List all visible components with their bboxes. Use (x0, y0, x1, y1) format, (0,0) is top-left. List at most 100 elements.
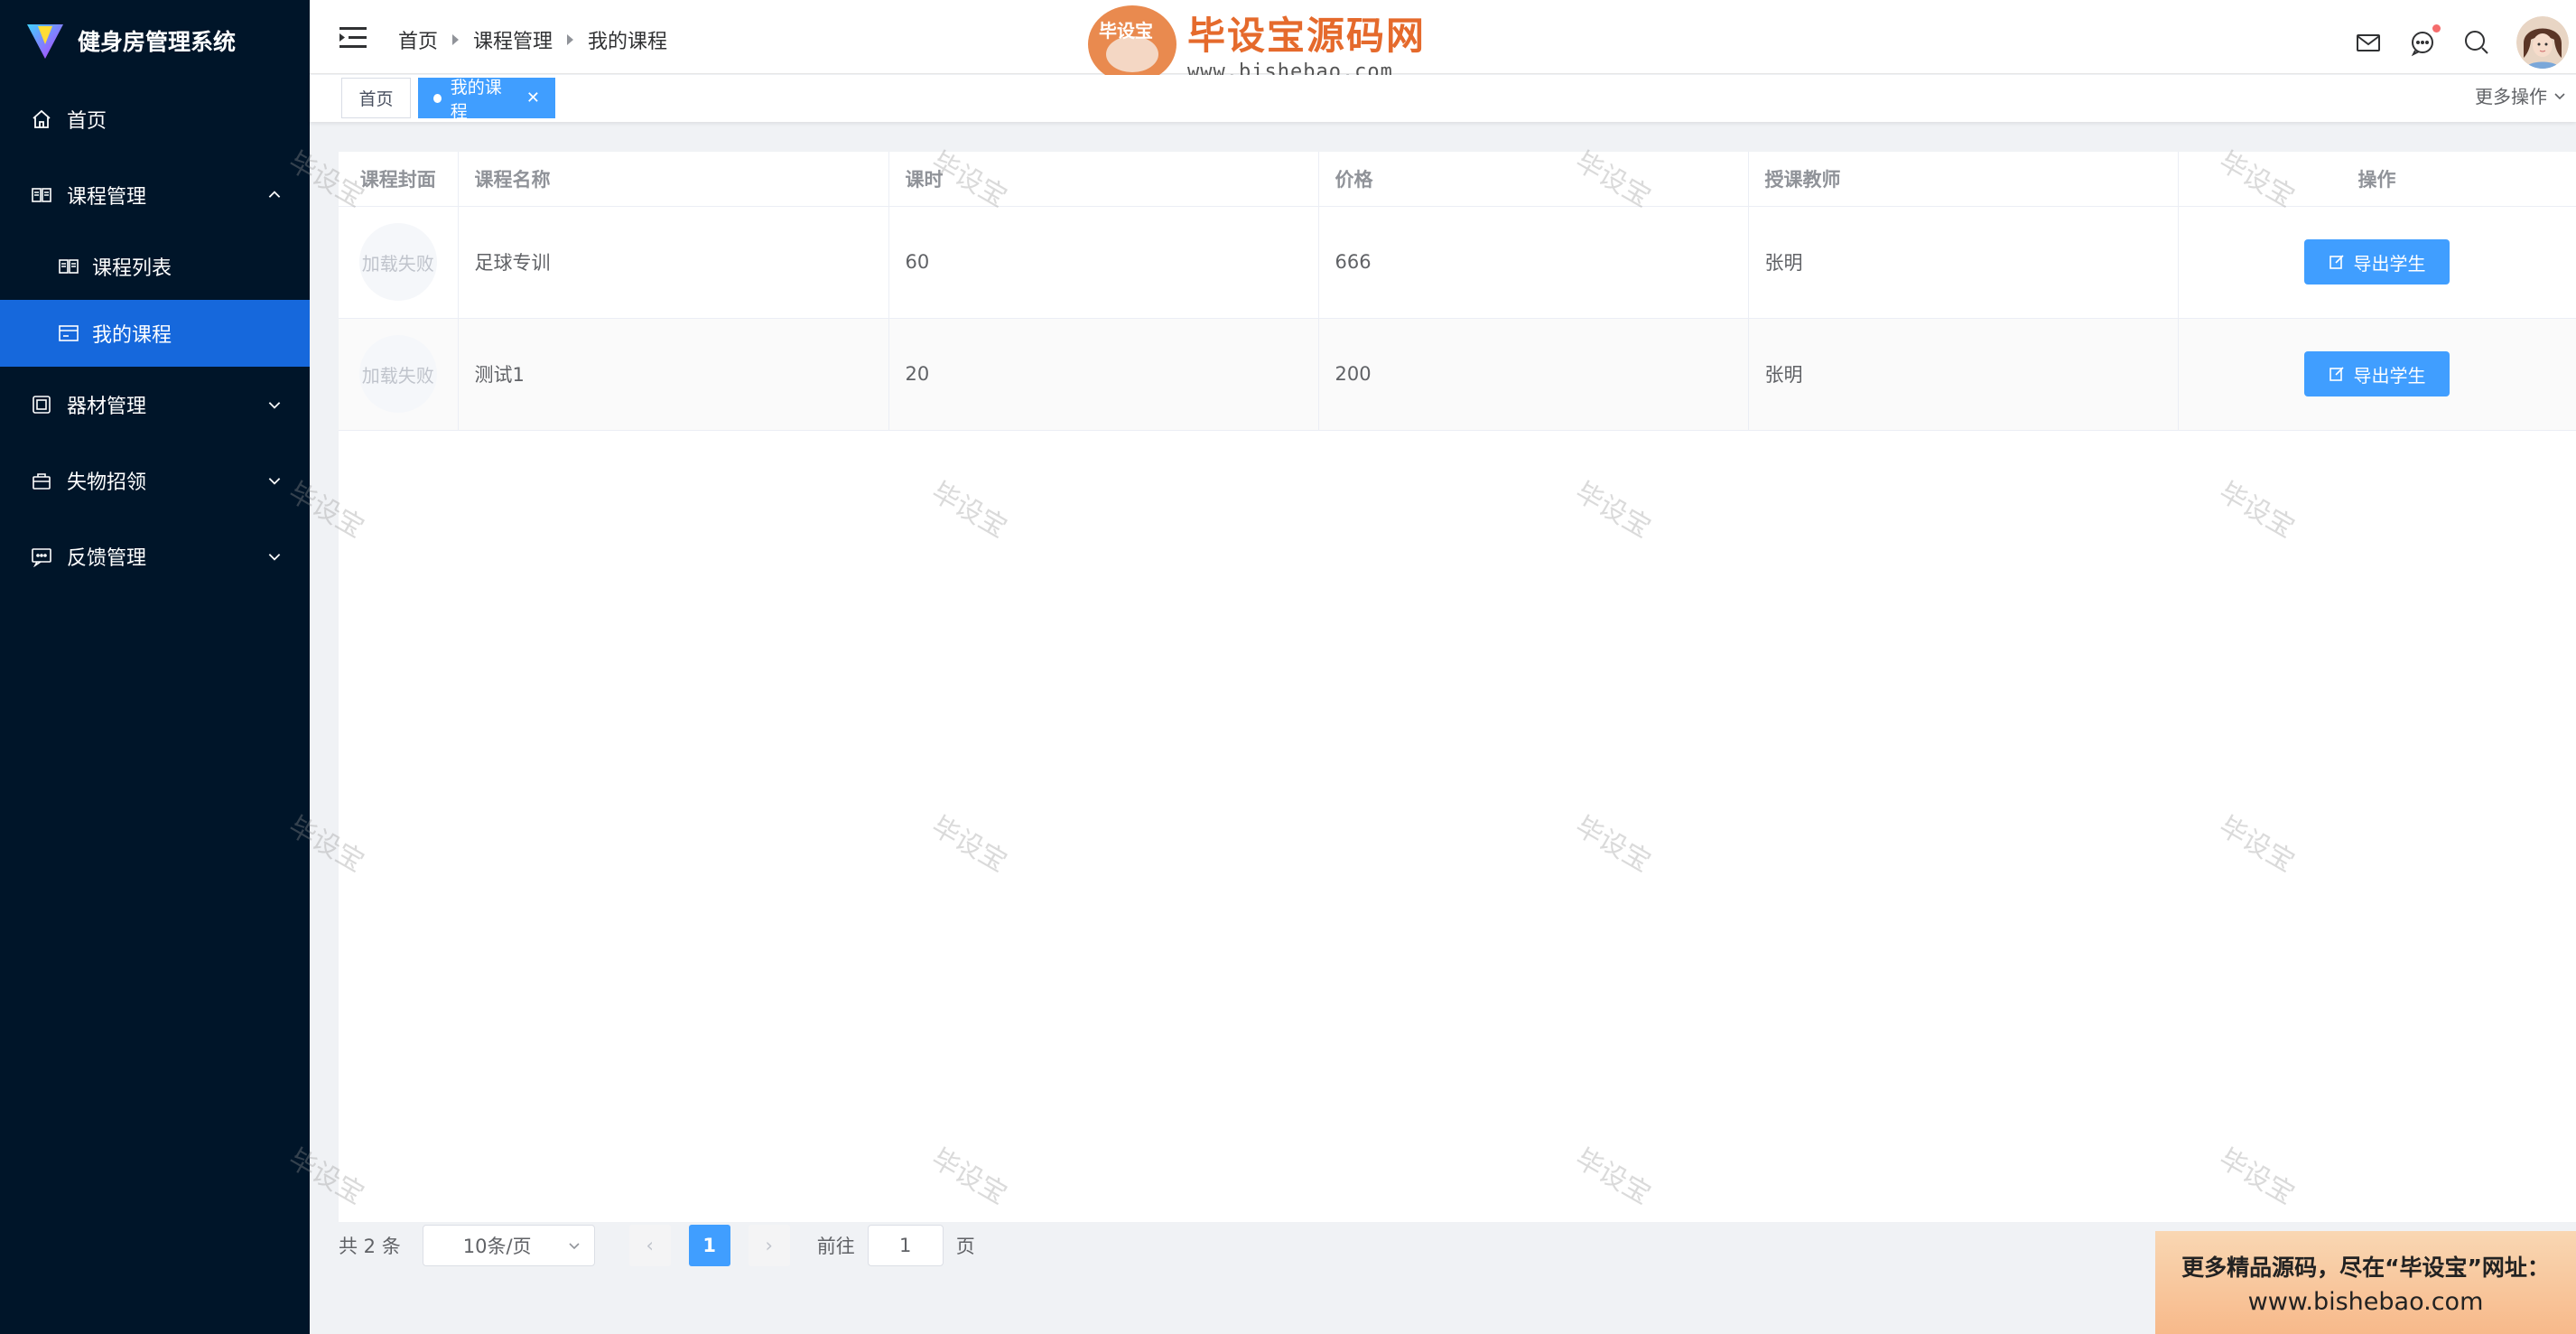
more-operations-dropdown[interactable]: 更多操作 (2475, 82, 2567, 108)
button-label: 导出学生 (2353, 364, 2426, 387)
notification-dot (2432, 24, 2441, 33)
book-icon (29, 182, 54, 208)
export-students-button[interactable]: 导出学生 (2304, 239, 2450, 285)
chevron-down-icon (2554, 92, 2565, 99)
breadcrumb-item-course-management[interactable]: 课程管理 (473, 25, 553, 54)
cover-image-placeholder: 加载失败 (358, 223, 437, 301)
sidebar-item-lost-found[interactable]: 失物招领 (0, 443, 310, 518)
mail-icon[interactable] (2354, 28, 2383, 57)
price-cell: 200 (1318, 318, 1749, 431)
cover-image-placeholder: 加载失败 (358, 335, 437, 413)
sidebar-item-course-management[interactable]: 课程管理 (0, 157, 310, 233)
next-page-button[interactable]: › (748, 1225, 790, 1266)
search-icon[interactable] (2462, 28, 2491, 57)
sidebar-item-home[interactable]: 首页 (0, 81, 310, 157)
column-header: 价格 (1318, 152, 1749, 207)
edit-icon (2329, 255, 2344, 269)
course-table: 课程封面 课程名称 课时 价格 授课教师 操作 加载失败 足球专训 60 666… (339, 152, 2576, 431)
sidebar-item-label: 课程列表 (92, 257, 172, 280)
table-row: 加载失败 测试1 20 200 张明 导出学生 (339, 318, 2576, 431)
chevron-down-icon (268, 554, 281, 561)
page-number-button[interactable]: 1 (688, 1225, 730, 1266)
teacher-cell: 张明 (1748, 206, 2179, 319)
page-size-value: 10条/页 (462, 1236, 532, 1257)
button-label: 导出学生 (2353, 252, 2426, 275)
column-header: 课程名称 (458, 152, 889, 207)
header-actions (2354, 16, 2576, 69)
tag-label: 我的课程 (450, 77, 502, 122)
goto-label: 前往 (816, 1236, 855, 1257)
chevron-down-icon (268, 478, 281, 485)
teacher-cell: 张明 (1748, 318, 2179, 431)
book-icon (56, 254, 81, 279)
cover-cell: 加载失败 (339, 206, 459, 319)
site-logo-watermark: 毕设宝 毕设宝源码网 www.bishebao.com (1088, 5, 1426, 83)
page-suffix: 页 (955, 1236, 975, 1257)
page-size-select[interactable]: 10条/页 (422, 1225, 595, 1266)
sidebar-item-label: 器材管理 (67, 396, 147, 418)
sidebar-item-label: 课程管理 (67, 186, 147, 209)
column-header: 课程封面 (339, 152, 459, 207)
table-header-row: 课程封面 课程名称 课时 价格 授课教师 操作 (339, 152, 2576, 207)
total-count: 共 2 条 (339, 1236, 401, 1257)
sidebar-item-equipment[interactable]: 器材管理 (0, 367, 310, 443)
tags-view: 首页 我的课程 ✕ 更多操作 (310, 75, 2576, 122)
action-cell: 导出学生 (2178, 206, 2576, 319)
breadcrumb: 首页 课程管理 我的课程 (398, 25, 667, 54)
chat-icon (29, 544, 54, 569)
tag-home[interactable]: 首页 (341, 78, 411, 118)
home-icon (29, 107, 54, 132)
course-name-cell: 测试1 (458, 318, 889, 431)
more-operations-label: 更多操作 (2475, 86, 2547, 107)
promo-line-2: www.bishebao.com (2247, 1287, 2484, 1316)
bag-icon (29, 468, 54, 493)
sidebar-item-label: 首页 (67, 110, 107, 133)
pagination: 共 2 条 10条/页 ‹ 1 › 前往 1 页 (339, 1223, 975, 1268)
course-name-cell: 足球专训 (458, 206, 889, 319)
hours-cell: 20 (888, 318, 1319, 431)
price-cell: 666 (1318, 206, 1749, 319)
prev-page-button[interactable]: ‹ (628, 1225, 671, 1266)
sidebar-item-course-list[interactable]: 课程列表 (0, 233, 310, 300)
sidebar-item-feedback[interactable]: 反馈管理 (0, 518, 310, 594)
hours-cell: 60 (888, 206, 1319, 319)
promo-line-1: 更多精品源码，尽在“毕设宝”网址： (2181, 1254, 2550, 1281)
logo-icon (27, 24, 63, 59)
window-icon (56, 321, 81, 346)
breadcrumb-item-home[interactable]: 首页 (398, 25, 438, 54)
close-icon[interactable]: ✕ (526, 89, 540, 107)
equipment-icon (29, 392, 54, 417)
course-table-container: 课程封面 课程名称 课时 价格 授课教师 操作 加载失败 足球专训 60 666… (339, 152, 2576, 1222)
breadcrumb-separator-icon (452, 34, 460, 45)
cover-cell: 加载失败 (339, 318, 459, 431)
top-header: 首页 课程管理 我的课程 (310, 0, 2576, 74)
site-logo-badge: 毕设宝 (1088, 5, 1176, 83)
promo-banner[interactable]: 更多精品源码，尽在“毕设宝”网址： www.bishebao.com (2155, 1231, 2576, 1334)
chevron-down-icon (569, 1243, 580, 1250)
app-title: 健身房管理系统 (78, 29, 237, 55)
column-header: 授课教师 (1748, 152, 2179, 207)
sidebar-item-label: 我的课程 (92, 324, 172, 347)
app-logo[interactable]: 健身房管理系统 (0, 0, 310, 81)
tag-label: 首页 (358, 89, 394, 109)
sidebar-item-my-courses[interactable]: 我的课程 (0, 300, 310, 367)
avatar[interactable] (2516, 16, 2569, 69)
chevron-up-icon (268, 191, 281, 198)
site-logo-name: 毕设宝源码网 (1187, 14, 1427, 58)
sidebar-item-label: 失物招领 (67, 471, 147, 494)
export-students-button[interactable]: 导出学生 (2304, 351, 2450, 396)
column-header: 操作 (2178, 152, 2576, 207)
chat-icon[interactable] (2408, 24, 2441, 57)
goto-page-input[interactable]: 1 (867, 1225, 944, 1266)
chevron-down-icon (268, 402, 281, 409)
sidebar-item-label: 反馈管理 (67, 547, 147, 570)
breadcrumb-separator-icon (567, 34, 574, 45)
column-header: 课时 (888, 152, 1319, 207)
breadcrumb-item-my-courses: 我的课程 (588, 31, 668, 53)
action-cell: 导出学生 (2178, 318, 2576, 431)
menu-fold-icon[interactable] (339, 25, 368, 51)
edit-icon (2329, 367, 2344, 381)
table-row: 加载失败 足球专训 60 666 张明 导出学生 (339, 206, 2576, 319)
tag-my-courses[interactable]: 我的课程 ✕ (418, 78, 555, 122)
sidebar: 健身房管理系统 首页 课程管理 课程列表 我的课程 器材管理 失物招领 反馈管理 (0, 0, 310, 1334)
